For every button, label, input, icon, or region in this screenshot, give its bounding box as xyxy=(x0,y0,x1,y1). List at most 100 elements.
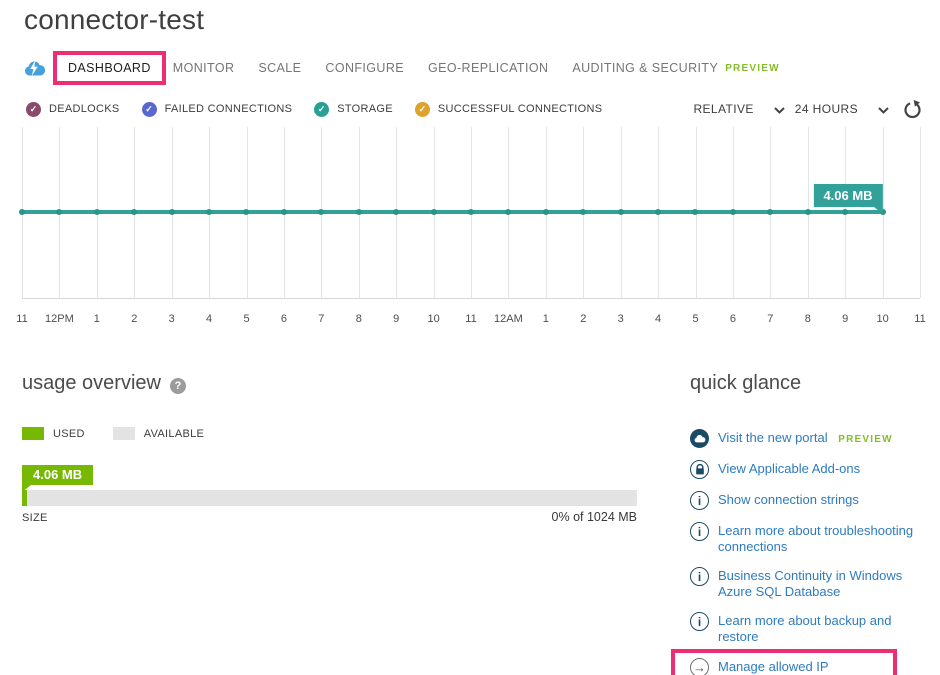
x-axis-tick: 4 xyxy=(206,313,212,325)
x-axis-tick: 11 xyxy=(16,313,27,325)
cloud-icon xyxy=(690,429,709,448)
data-point xyxy=(169,209,175,215)
list-item: View Applicable Add-ons xyxy=(690,460,936,479)
metric-label: DEADLOCKS xyxy=(49,103,120,115)
tab-scale[interactable]: SCALE xyxy=(258,61,301,75)
link-show-connection-strings[interactable]: Show connection strings xyxy=(718,491,859,508)
link-business-continuity[interactable]: Business Continuity in Windows Azure SQL… xyxy=(718,567,930,600)
data-point xyxy=(19,209,25,215)
data-point xyxy=(393,209,399,215)
x-axis-tick: 2 xyxy=(131,313,137,325)
arrow-right-icon: → xyxy=(690,658,709,675)
x-axis-tick: 12AM xyxy=(494,313,523,325)
chevron-down-icon[interactable] xyxy=(878,101,889,119)
metric-label: FAILED CONNECTIONS xyxy=(165,103,293,115)
data-point xyxy=(206,209,212,215)
info-icon: i xyxy=(690,522,709,541)
metric-toggle-row: ✓ DEADLOCKS ✓ FAILED CONNECTIONS ✓ STORA… xyxy=(26,98,922,120)
list-item: i Learn more about troubleshooting conne… xyxy=(690,522,936,555)
metric-label: SUCCESSFUL CONNECTIONS xyxy=(438,103,603,115)
tab-bar: DASHBOARD MONITOR SCALE CONFIGURE GEO-RE… xyxy=(24,49,780,87)
gridline xyxy=(920,127,921,298)
sql-database-cloud-icon xyxy=(24,60,45,76)
data-point xyxy=(94,209,100,215)
x-axis-tick: 8 xyxy=(805,313,811,325)
x-axis-tick: 8 xyxy=(356,313,362,325)
metric-toggle-deadlocks[interactable]: ✓ DEADLOCKS xyxy=(26,102,120,117)
list-item: i Business Continuity in Windows Azure S… xyxy=(690,567,936,600)
preview-badge: PREVIEW xyxy=(725,63,780,74)
metric-toggle-storage[interactable]: ✓ STORAGE xyxy=(314,102,393,117)
x-axis-tick: 9 xyxy=(393,313,399,325)
legend-label: USED xyxy=(53,428,85,440)
x-axis-tick: 5 xyxy=(243,313,249,325)
data-point xyxy=(618,209,624,215)
data-point xyxy=(468,209,474,215)
x-axis-tick: 12PM xyxy=(45,313,74,325)
x-axis-tick: 2 xyxy=(580,313,586,325)
x-axis-tick: 3 xyxy=(618,313,624,325)
usage-progress-bar xyxy=(22,490,637,506)
lock-icon xyxy=(690,460,709,479)
x-axis-tick: 1 xyxy=(543,313,549,325)
data-point xyxy=(243,209,249,215)
link-visit-new-portal[interactable]: Visit the new portal PREVIEW xyxy=(718,429,893,448)
relative-dropdown[interactable]: RELATIVE xyxy=(693,102,753,116)
tab-dashboard-label: DASHBOARD xyxy=(68,61,151,75)
data-point xyxy=(543,209,549,215)
metric-toggle-failed-connections[interactable]: ✓ FAILED CONNECTIONS xyxy=(142,102,293,117)
x-axis-tick: 9 xyxy=(842,313,848,325)
data-point xyxy=(356,209,362,215)
data-point xyxy=(281,209,287,215)
data-point xyxy=(767,209,773,215)
arrow-glyph: → xyxy=(693,661,706,674)
quick-glance-title: quick glance xyxy=(690,372,801,395)
x-axis-tick: 10 xyxy=(876,313,888,325)
info-icon: i xyxy=(690,567,709,586)
link-manage-ip-addresses[interactable]: Manage allowed IP addresses xyxy=(718,658,881,675)
x-axis-tick: 11 xyxy=(914,313,925,325)
legend-label: AVAILABLE xyxy=(144,428,204,440)
x-axis-tick: 5 xyxy=(692,313,698,325)
x-axis-tick: 6 xyxy=(281,313,287,325)
data-point xyxy=(131,209,137,215)
size-label: SIZE xyxy=(22,512,48,524)
used-swatch xyxy=(22,427,44,440)
time-range-dropdown[interactable]: 24 HOURS xyxy=(795,102,858,116)
info-icon: i xyxy=(690,491,709,510)
data-point xyxy=(318,209,324,215)
help-icon[interactable]: ? xyxy=(170,378,186,394)
legend-item-used: USED xyxy=(22,427,85,440)
link-backup-restore[interactable]: Learn more about backup and restore xyxy=(718,612,930,645)
x-axis-tick: 3 xyxy=(169,313,175,325)
check-icon: ✓ xyxy=(415,102,430,117)
check-icon: ✓ xyxy=(26,102,41,117)
link-label: Visit the new portal xyxy=(718,430,828,445)
metric-toggle-successful-connections[interactable]: ✓ SUCCESSFUL CONNECTIONS xyxy=(415,102,603,117)
chart-x-axis-labels: 1112PM123456789101112AM1234567891011 xyxy=(22,313,920,329)
chevron-down-icon[interactable] xyxy=(774,101,785,119)
tab-configure[interactable]: CONFIGURE xyxy=(325,61,404,75)
link-view-addons[interactable]: View Applicable Add-ons xyxy=(718,460,860,477)
chart-value-badge: 4.06 MB xyxy=(813,184,882,207)
data-point xyxy=(805,209,811,215)
data-point xyxy=(730,209,736,215)
dashboard-page: connector-test DASHBOARD MONITOR SCALE C… xyxy=(0,0,940,675)
page-title: connector-test xyxy=(24,4,204,36)
quick-glance-list: Visit the new portal PREVIEW View Applic… xyxy=(690,429,936,675)
link-troubleshooting-connections[interactable]: Learn more about troubleshooting connect… xyxy=(718,522,930,555)
usage-value-badge: 4.06 MB xyxy=(22,465,93,485)
tab-auditing-security[interactable]: AUDITING & SECURITY PREVIEW xyxy=(572,61,779,75)
available-swatch xyxy=(113,427,135,440)
usage-legend: USED AVAILABLE xyxy=(22,427,232,440)
x-axis-tick: 1 xyxy=(94,313,100,325)
tab-monitor[interactable]: MONITOR xyxy=(173,61,235,75)
storage-series-line xyxy=(22,210,883,214)
tab-geo-replication[interactable]: GEO-REPLICATION xyxy=(428,61,548,75)
legend-item-available: AVAILABLE xyxy=(113,427,204,440)
data-point xyxy=(842,209,848,215)
tab-dashboard[interactable]: DASHBOARD xyxy=(53,51,166,85)
chart-controls: RELATIVE 24 HOURS xyxy=(693,99,922,119)
refresh-icon[interactable] xyxy=(903,100,922,119)
list-item: Visit the new portal PREVIEW xyxy=(690,429,936,448)
